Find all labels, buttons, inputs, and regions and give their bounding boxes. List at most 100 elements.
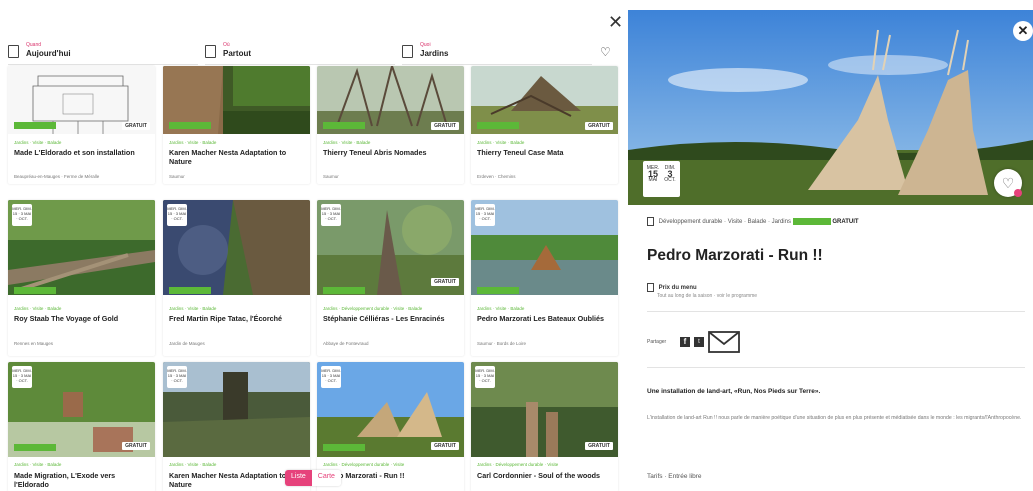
- event-categories: Jardins · Visite · Balade: [14, 306, 62, 311]
- list-view-button[interactable]: Liste: [285, 470, 312, 486]
- event-categories: Jardins · Visite · Balade: [477, 306, 525, 311]
- facebook-icon[interactable]: f: [680, 337, 690, 347]
- event-categories: Jardins · Développement durable · Visite: [477, 462, 559, 467]
- event-title: Thierry Teneul Case Mata: [477, 148, 564, 157]
- free-badge: [169, 122, 211, 129]
- end-date: DIM. 3 OCT.: [662, 165, 678, 183]
- close-icon[interactable]: ✕: [608, 13, 623, 31]
- filter-where[interactable]: Où Partout: [205, 41, 395, 65]
- bookmark-icon: [402, 45, 413, 58]
- event-card[interactable]: MER. DIM. 15 · 3 MAI · OCT. GRATUIT Jard…: [471, 362, 618, 491]
- gratuit-tag: GRATUIT: [832, 219, 859, 226]
- event-meta: Développement durable · Visite · Balade …: [647, 217, 1027, 229]
- gratuit-tag: GRATUIT: [122, 122, 150, 130]
- event-card[interactable]: GRATUIT Jardins · Visite · Balade Thierr…: [317, 66, 464, 184]
- event-place: Abbaye de Fontevraud: [323, 341, 369, 346]
- event-hero-image: [628, 10, 1033, 205]
- event-place: Jardin de Mauges: [169, 341, 205, 346]
- bookmark-icon: [647, 217, 654, 226]
- free-badge: [323, 122, 365, 129]
- event-place: Saumur: [169, 174, 185, 179]
- event-card[interactable]: GRATUIT Jardins · Visite · Balade Thierr…: [471, 66, 618, 184]
- event-title: Made Migration, L'Exode vers l'Eldorado: [14, 471, 116, 489]
- event-title: Stéphanie Célliéras - Les Enracinés: [323, 314, 445, 323]
- calendar-icon: [8, 45, 19, 58]
- filter-what-value: Jardins: [420, 49, 449, 58]
- filters-bar: Quand Aujourd'hui Où Partout Quoi Jardin…: [8, 41, 628, 65]
- filter-when-label: Quand: [26, 42, 42, 48]
- event-card[interactable]: Jardins · Visite · Balade Karen Macher N…: [163, 66, 310, 184]
- filter-when[interactable]: Quand Aujourd'hui: [8, 41, 198, 65]
- event-card[interactable]: MER. DIM. 15 · 3 MAI · OCT. GRATUIT Jard…: [8, 362, 155, 491]
- event-date-badge: MER. DIM. 15 · 3 MAI · OCT.: [321, 366, 341, 388]
- gratuit-tag: GRATUIT: [431, 442, 459, 450]
- event-tarifs: Tarifs · Entrée libre: [647, 473, 702, 480]
- app: ✕ Quand Aujourd'hui Où Partout Quoi Jard…: [0, 0, 1033, 491]
- event-title: Roy Staab The Voyage of Gold: [14, 314, 119, 323]
- event-categories: Jardins · Visite · Balade: [169, 140, 217, 145]
- free-badge: [169, 287, 211, 294]
- event-date-badge: MER. DIM. 15 · 3 MAI · OCT.: [475, 204, 495, 226]
- gratuit-tag: GRATUIT: [431, 122, 459, 130]
- heart-outline-icon[interactable]: ♡: [600, 46, 614, 58]
- end-month: OCT.: [664, 177, 676, 183]
- event-date-badge: MER. DIM. 15 · 3 MAI · OCT.: [167, 204, 187, 226]
- free-badge: [477, 287, 519, 294]
- event-categories: Jardins · Développement durable · Visite: [323, 462, 405, 467]
- filter-what-label: Quoi: [420, 42, 431, 48]
- free-badge: [477, 122, 519, 129]
- event-card[interactable]: MER. DIM. 15 · 3 MAI · OCT. Jardins · Vi…: [163, 200, 310, 356]
- free-badge: [323, 444, 365, 451]
- event-card[interactable]: MER. DIM. 15 · 3 MAI · OCT. Jardins · Vi…: [471, 200, 618, 356]
- map-view-button[interactable]: Carte: [311, 470, 341, 486]
- free-badge: [14, 287, 56, 294]
- gratuit-tag: GRATUIT: [122, 442, 150, 450]
- add-favorite-button[interactable]: ♡: [994, 169, 1022, 197]
- filter-what[interactable]: Quoi Jardins: [402, 41, 592, 65]
- ticket-icon: [647, 283, 654, 292]
- event-title: Pedro Marzorati - Run !!: [323, 471, 405, 480]
- event-title: Fred Martin Ripe Tatac, l'Écorché: [169, 314, 283, 323]
- twitter-icon[interactable]: t: [694, 337, 704, 347]
- event-date-text: MER. DIM. 15 · 3 MAI · OCT.: [167, 368, 187, 383]
- mail-icon[interactable]: [708, 331, 740, 353]
- gratuit-tag: GRATUIT: [585, 442, 613, 450]
- start-date: MER. 15 MAI: [645, 165, 661, 183]
- event-date-text: MER. DIM. 15 · 3 MAI · OCT.: [475, 368, 495, 383]
- event-place: Erdeven · Chemins: [477, 174, 516, 179]
- divider: [647, 367, 1025, 368]
- event-place: Beaupréau-en-Mauges · Ferme de Méralle: [14, 174, 100, 179]
- event-categories: Jardins · Visite · Balade: [169, 306, 217, 311]
- event-date-text: MER. DIM. 15 · 3 MAI · OCT.: [167, 206, 187, 221]
- event-place: Rennes en Mauges: [14, 341, 54, 346]
- event-title: Pedro Marzorati - Run !!: [647, 247, 823, 264]
- event-title: Karen Macher Nesta Adaptation to Nature: [169, 148, 287, 166]
- event-title: Pedro Marzorati Les Bateaux Oubliés: [477, 314, 605, 323]
- free-badge: [792, 218, 831, 225]
- bookmark-icon: [205, 45, 216, 58]
- event-detail-panel: ✕ MER. 15 MAI DIM. 3 OCT. ♡ Développemen…: [628, 10, 1033, 491]
- divider: [647, 311, 1025, 312]
- event-date-text: MER. DIM. 15 · 3 MAI · OCT.: [475, 206, 495, 221]
- free-badge: [14, 444, 56, 451]
- event-date-text: MER. DIM. 15 · 3 MAI · OCT.: [12, 206, 32, 221]
- event-date-text: MER. DIM. 15 · 3 MAI · OCT.: [12, 368, 32, 383]
- event-date-badge: MER. DIM. 15 · 3 MAI · OCT.: [167, 366, 187, 388]
- event-categories: Jardins · Visite · Balade: [14, 462, 62, 467]
- gratuit-tag: GRATUIT: [431, 278, 459, 286]
- close-icon[interactable]: ✕: [1013, 21, 1033, 41]
- event-card[interactable]: GRATUIT Jardins · Visite · Balade Made L…: [8, 66, 155, 184]
- event-date-text: MER. DIM. 15 · 3 MAI · OCT.: [321, 206, 341, 221]
- event-categories: Jardins · Visite · Balade: [14, 140, 62, 145]
- event-date-badge: MER. DIM. 15 · 3 MAI · OCT.: [475, 366, 495, 388]
- event-date-text: MER. DIM. 15 · 3 MAI · OCT.: [321, 368, 341, 383]
- event-card[interactable]: MER. DIM. 15 · 3 MAI · OCT. GRATUIT Jard…: [317, 200, 464, 356]
- event-categories: Jardins · Visite · Balade: [477, 140, 525, 145]
- price-label: Prix du menu: [658, 285, 697, 292]
- event-categories: Jardins · Visite · Balade: [323, 140, 371, 145]
- events-list-panel: ✕ Quand Aujourd'hui Où Partout Quoi Jard…: [0, 0, 628, 491]
- event-title: Made L'Eldorado et son installation: [14, 148, 135, 157]
- gratuit-tag: GRATUIT: [585, 122, 613, 130]
- price-sub: Tout au long de la saison · voir le prog…: [657, 293, 758, 299]
- event-card[interactable]: MER. DIM. 15 · 3 MAI · OCT. Jardins · Vi…: [8, 200, 155, 356]
